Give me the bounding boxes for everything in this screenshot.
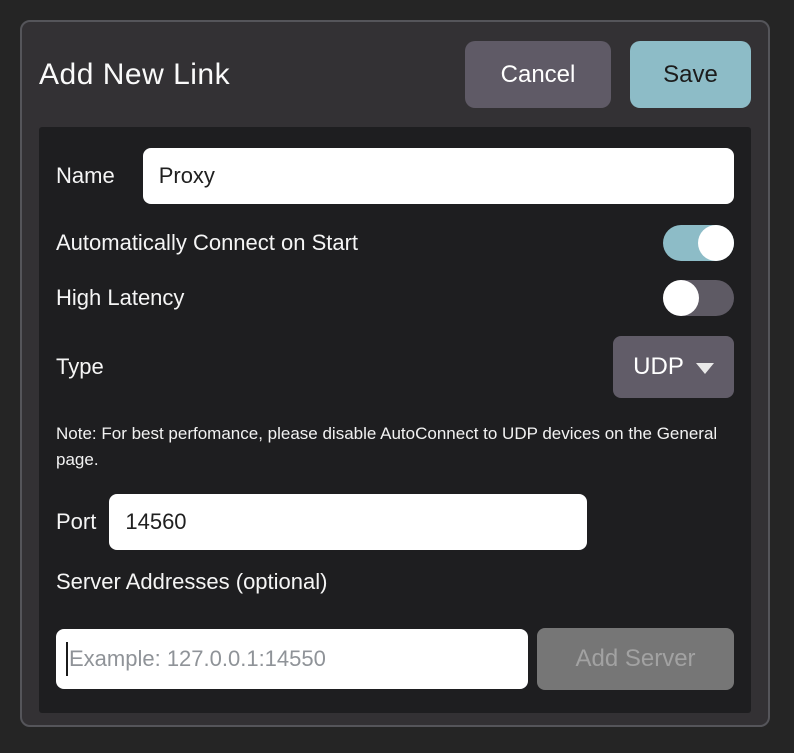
auto-connect-toggle[interactable] <box>663 225 734 261</box>
server-address-input[interactable] <box>56 629 528 689</box>
server-address-row: Add Server <box>56 628 734 690</box>
cancel-button[interactable]: Cancel <box>465 41 611 108</box>
high-latency-row: High Latency <box>56 280 734 316</box>
type-dropdown[interactable]: UDP <box>613 336 734 398</box>
auto-connect-row: Automatically Connect on Start <box>56 225 734 261</box>
text-cursor <box>66 642 68 676</box>
toggle-knob <box>663 280 699 316</box>
port-input[interactable] <box>109 494 587 550</box>
port-row: Port <box>56 494 734 550</box>
chevron-down-icon <box>696 363 714 374</box>
type-row: Type UDP <box>56 336 734 398</box>
port-label: Port <box>56 509 96 535</box>
type-dropdown-value: UDP <box>633 353 684 381</box>
high-latency-toggle[interactable] <box>663 280 734 316</box>
toggle-knob <box>698 225 734 261</box>
name-input[interactable] <box>143 148 734 204</box>
page-title: Add New Link <box>39 58 465 92</box>
name-row: Name <box>56 148 734 204</box>
udp-performance-note: Note: For best perfomance, please disabl… <box>56 421 734 473</box>
type-label: Type <box>56 354 613 380</box>
dialog-header: Add New Link Cancel Save <box>39 22 751 127</box>
name-label: Name <box>56 163 115 189</box>
add-link-dialog: Add New Link Cancel Save Name Automatica… <box>20 20 770 727</box>
link-settings-panel: Name Automatically Connect on Start High… <box>39 127 751 713</box>
server-address-input-wrap <box>56 629 528 689</box>
server-addresses-label: Server Addresses (optional) <box>56 568 734 596</box>
high-latency-label: High Latency <box>56 285 663 311</box>
page-background: Add New Link Cancel Save Name Automatica… <box>0 0 794 753</box>
save-button[interactable]: Save <box>630 41 751 108</box>
auto-connect-label: Automatically Connect on Start <box>56 230 663 256</box>
add-server-button[interactable]: Add Server <box>537 628 734 690</box>
